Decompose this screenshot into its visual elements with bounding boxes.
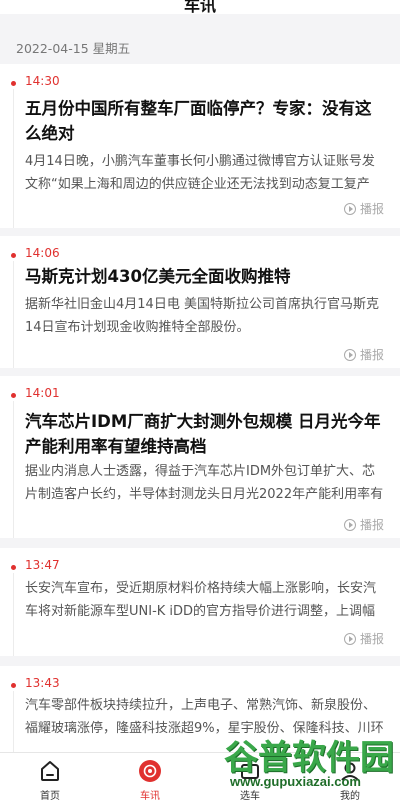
news-time: 14:30 <box>25 74 60 88</box>
play-icon <box>343 632 356 645</box>
share-button[interactable]: 播报 <box>343 630 384 647</box>
news-headline[interactable]: 汽车芯片IDM厂商扩大封测外包规模 日月光今年产能利用率有望维持高档 <box>25 409 385 461</box>
news-icon <box>139 760 161 782</box>
timeline-dot <box>11 393 16 398</box>
share-label: 播报 <box>359 518 384 532</box>
tab-label: 首页 <box>40 791 60 800</box>
share-button[interactable]: 播报 <box>343 346 384 363</box>
timeline-line <box>13 261 14 368</box>
news-card[interactable]: 14:01 汽车芯片IDM厂商扩大封测外包规模 日月光今年产能利用率有望维持高档… <box>0 376 400 538</box>
news-headline[interactable]: 马斯克计划430亿美元全面收购推特 <box>25 264 385 290</box>
timeline-dot <box>11 253 16 258</box>
timeline-line <box>13 89 14 228</box>
timeline-line <box>13 573 14 656</box>
page-title: 车讯 <box>183 0 216 14</box>
news-card[interactable]: 13:47 长安汽车宣布，受近期原材料价格持续大幅上涨影响，长安汽车将对新能源车… <box>0 548 400 656</box>
home-icon <box>41 761 59 781</box>
play-icon <box>343 202 356 215</box>
play-icon <box>343 518 356 531</box>
news-summary: 据业内消息人士透露，得益于汽车芯片IDM外包订单扩大、芯片制造客户长约，半导体封… <box>25 464 384 502</box>
share-button[interactable]: 播报 <box>343 200 384 217</box>
header-bar: 车讯 <box>0 0 400 14</box>
news-summary: 4月14日晚，小鹏汽车董事长何小鹏通过微博官方认证账号发文称“如果上海和周边的供… <box>25 154 375 192</box>
news-summary: 据新华社旧金山4月14日电 美国特斯拉公司首席执行官马斯克14日宣布计划现金收购… <box>25 297 379 335</box>
news-time: 14:06 <box>25 246 60 260</box>
timeline-line <box>13 401 14 538</box>
play-icon <box>343 348 356 361</box>
news-headline[interactable]: 五月份中国所有整车厂面临停产？专家：没有这么绝对 <box>25 96 385 148</box>
date-row: 2022-04-15 星期五 <box>0 14 400 64</box>
tab-label: 车讯 <box>140 791 160 800</box>
timeline-dot <box>11 683 16 688</box>
news-time: 13:47 <box>25 558 60 572</box>
share-label: 播报 <box>359 632 384 646</box>
share-label: 播报 <box>359 348 384 362</box>
news-time: 14:01 <box>25 386 60 400</box>
timeline-dot <box>11 565 16 570</box>
timeline-line <box>13 691 14 752</box>
watermark-url: www.gupuxiazai.com <box>230 774 361 789</box>
news-card[interactable]: 14:06 马斯克计划430亿美元全面收购推特 据新华社旧金山4月14日电 美国… <box>0 236 400 368</box>
news-card[interactable]: 14:30 五月份中国所有整车厂面临停产？专家：没有这么绝对 4月14日晚，小鹏… <box>0 64 400 228</box>
tab-home[interactable]: 首页 <box>0 753 100 800</box>
tab-news[interactable]: 车讯 <box>100 753 200 800</box>
share-button[interactable]: 播报 <box>343 516 384 533</box>
date-label: 2022-04-15 星期五 <box>16 41 131 56</box>
timeline-dot <box>11 81 16 86</box>
news-time: 13:43 <box>25 676 60 690</box>
watermark-logo: 谷普软件园 www.gupuxiazai.com <box>224 730 400 800</box>
news-summary: 长安汽车宣布，受近期原材料价格持续大幅上涨影响，长安汽车将对新能源车型UNI-K… <box>25 581 377 619</box>
share-label: 播报 <box>359 202 384 216</box>
watermark-text: 谷普软件园 <box>224 738 394 778</box>
